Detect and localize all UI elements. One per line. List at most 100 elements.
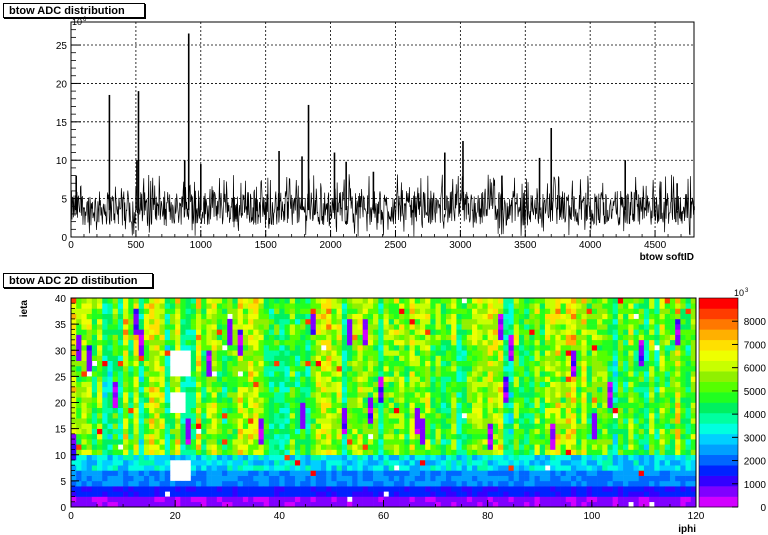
heatmap-cell [154, 308, 160, 314]
heatmap-cell [237, 433, 244, 440]
heatmap-cell [586, 334, 593, 341]
heatmap-cell [164, 371, 171, 377]
heatmap-cell [294, 444, 301, 450]
heatmap-cell [482, 339, 488, 346]
heatmap-cell [440, 454, 447, 461]
heatmap-cell [336, 501, 343, 508]
heatmap-cell [565, 496, 572, 503]
heatmap-cell [518, 392, 525, 398]
heatmap-cell [300, 345, 306, 351]
heatmap-cell [472, 376, 478, 382]
heatmap-cell [623, 313, 629, 320]
heatmap-cell [81, 355, 87, 361]
heatmap-cell [222, 365, 228, 372]
heatmap-cell [456, 475, 462, 482]
heatmap-cell [690, 433, 697, 440]
heatmap-cell [638, 428, 645, 435]
heatmap-cell [123, 423, 129, 429]
heatmap-cell [362, 339, 369, 346]
heatmap-cell [81, 339, 87, 346]
y-tick-label: 30 [55, 346, 67, 357]
heatmap-cell [206, 412, 212, 419]
heatmap-cell [461, 480, 468, 487]
heatmap-cell [211, 454, 218, 461]
heatmap-cell [586, 439, 593, 445]
heatmap-cell [388, 365, 395, 372]
heatmap-cell [76, 412, 82, 419]
heatmap-cell [128, 308, 134, 314]
heatmap-cell [430, 386, 436, 393]
heatmap-cell [102, 313, 108, 320]
heatmap-cell [435, 449, 442, 456]
heatmap-cell [154, 350, 160, 356]
heatmap-cell [331, 423, 337, 429]
heatmap-cell [607, 433, 613, 440]
heatmap-cell [347, 465, 353, 471]
heatmap-cell [305, 444, 311, 450]
heatmap-cell [336, 376, 343, 382]
heatmap-cell [664, 334, 671, 341]
heatmap-cell [362, 470, 369, 476]
heatmap-cell [341, 475, 348, 482]
heatmap-cell [419, 371, 426, 377]
heatmap-cell [633, 491, 640, 497]
heatmap-cell [97, 376, 103, 382]
heatmap-cell [638, 334, 645, 341]
heatmap-cell [352, 355, 358, 361]
heatmap-cell [435, 465, 442, 471]
heatmap-cell [456, 371, 462, 377]
heatmap-cell [388, 303, 395, 309]
heatmap-cell [268, 454, 275, 461]
heatmap-cell [279, 480, 285, 487]
heatmap-cell [581, 491, 587, 497]
heatmap-cell [201, 334, 207, 341]
heatmap-cell [565, 491, 572, 497]
heatmap-cell [143, 303, 150, 309]
heatmap-cell [419, 355, 426, 361]
heatmap-cell [237, 407, 244, 414]
heatmap-cell [633, 439, 640, 445]
heatmap-cell [227, 423, 233, 429]
heatmap-cell [680, 397, 686, 403]
heatmap-cell [472, 313, 478, 320]
heatmap-cell [305, 350, 311, 356]
heatmap-cell [388, 480, 395, 487]
heatmap-cell [112, 308, 119, 314]
heatmap-cell [274, 308, 280, 314]
heatmap-cell [633, 418, 640, 424]
heatmap-cell [503, 365, 509, 372]
heatmap-cell [414, 428, 421, 435]
palette-swatch [699, 475, 738, 487]
heatmap-cell [654, 501, 660, 508]
heatmap-cell [591, 365, 598, 372]
heatmap-cell [409, 318, 416, 325]
heatmap-cell [149, 470, 155, 476]
heatmap-cell [71, 491, 77, 497]
heatmap-cell [232, 313, 238, 320]
heatmap-cell [498, 308, 504, 314]
heatmap-cell [435, 480, 442, 487]
heatmap-cell [680, 423, 686, 429]
heatmap-cell [591, 465, 598, 471]
heatmap-cell [477, 501, 483, 508]
heatmap-cell [581, 339, 587, 346]
heatmap-cell [143, 480, 150, 487]
heatmap-cell [185, 386, 192, 393]
heatmap-cell [91, 449, 98, 456]
heatmap-cell [294, 339, 301, 346]
heatmap-cell [336, 303, 343, 309]
heatmap-cell [300, 423, 306, 429]
heatmap-cell [550, 407, 556, 414]
heatmap-cell [388, 459, 395, 466]
heatmap-cell [571, 308, 577, 314]
heatmap-cell [555, 360, 561, 367]
heatmap-cell [128, 402, 134, 409]
heatmap-cell [388, 392, 395, 398]
heatmap-cell [633, 308, 640, 314]
heatmap-cell [315, 439, 322, 445]
heatmap-cell [305, 407, 311, 414]
heatmap-cell [222, 465, 228, 471]
heatmap-cell [71, 318, 77, 325]
heatmap-cell [284, 480, 291, 487]
heatmap-cell [539, 376, 546, 382]
